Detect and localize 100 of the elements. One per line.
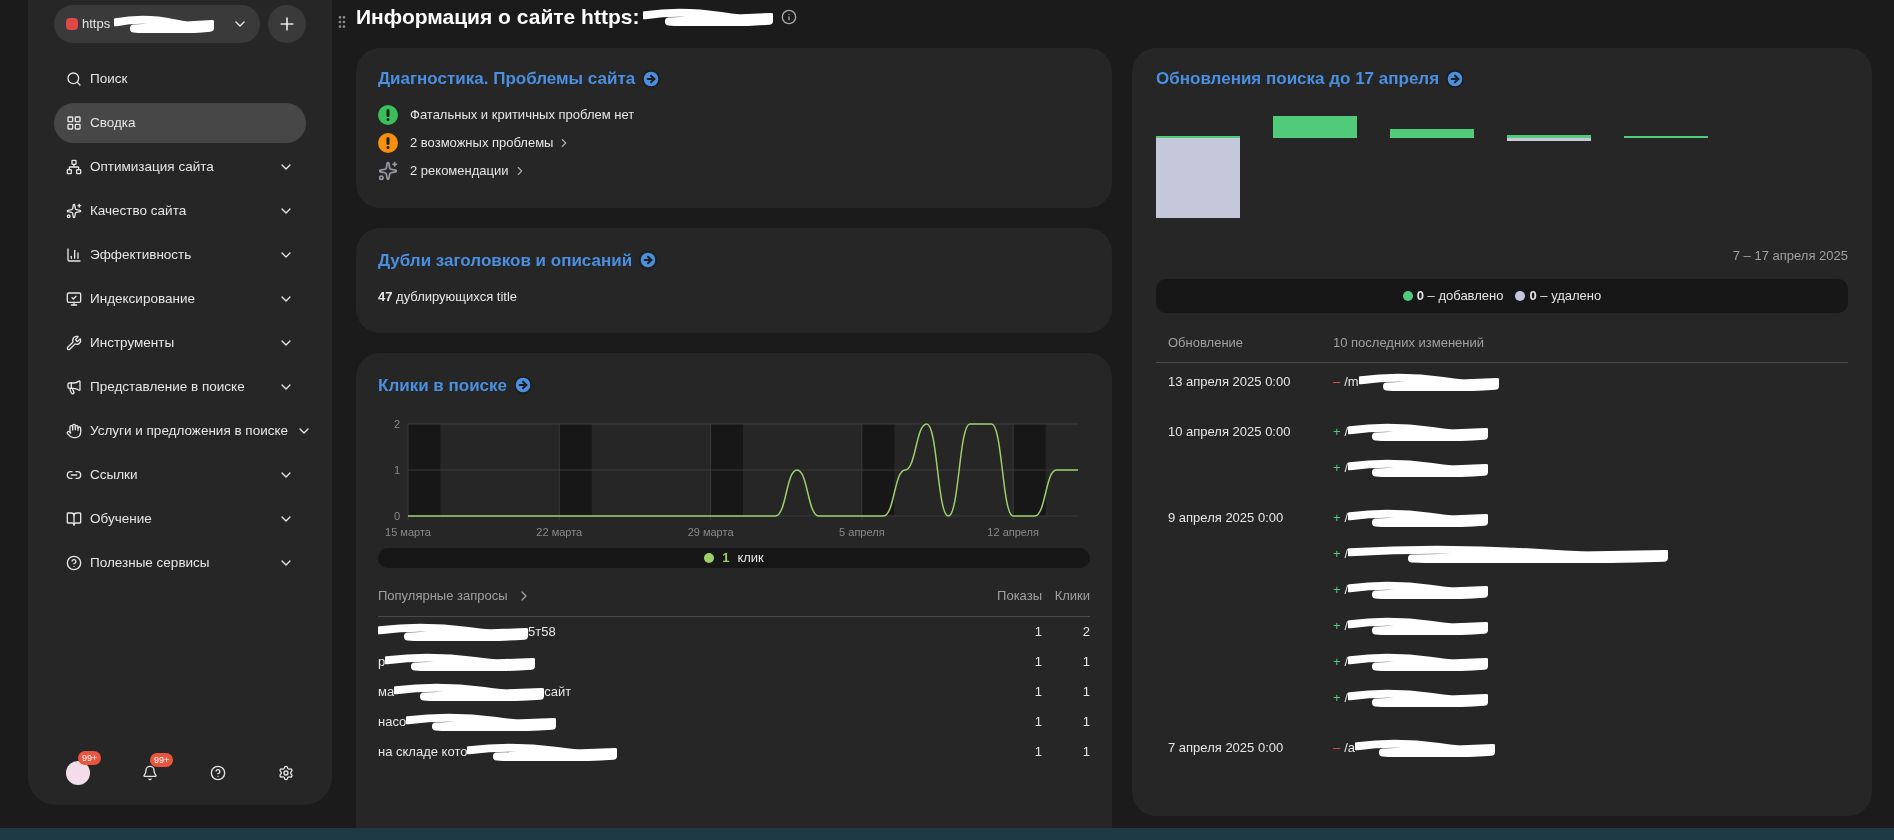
exclamation-icon (378, 132, 398, 153)
nav-item[interactable]: Полезные сервисы (54, 543, 306, 583)
nav-label: Поиск (90, 69, 128, 88)
column-header: 10 последних изменений (1333, 333, 1484, 352)
column-header: Клики (1053, 587, 1090, 605)
card-title[interactable]: Обновления поиска до 17 апреля (1156, 66, 1440, 92)
table-cell-text: 1 (1081, 682, 1090, 701)
queries-header[interactable]: Популярные запросы (378, 586, 508, 606)
change-sign: – (1333, 739, 1341, 758)
change-sign: + (1333, 617, 1341, 636)
change-path: / (1344, 459, 1349, 478)
table-cell-text: 1 (1081, 652, 1090, 671)
nav-item[interactable]: Ссылки (54, 455, 306, 495)
nav-label: Полезные сервисы (90, 553, 210, 572)
site-selector[interactable]: https (54, 5, 260, 43)
query-text: насо (378, 712, 407, 731)
duplicates-text: 47 дублирующихся title (378, 288, 519, 306)
nav-label: Качество сайта (90, 201, 187, 220)
change-path: / (1344, 545, 1349, 564)
legend-label: клик (737, 549, 764, 568)
nav-item[interactable]: Инструменты (54, 323, 306, 363)
nav-label: Эффективность (90, 245, 192, 264)
arrow-circle-icon[interactable] (638, 250, 659, 271)
update-date: 10 апреля 2025 0:00 (1168, 424, 1291, 440)
table-cell-text: 1 (1033, 682, 1042, 701)
column-header: Обновление (1168, 333, 1245, 352)
query-text: сайт (544, 682, 572, 701)
add-site-button[interactable] (268, 5, 306, 43)
change-path: / (1344, 617, 1349, 636)
nav-item[interactable]: Сводка (54, 103, 306, 143)
table-cell-text: 1 (1033, 742, 1042, 761)
change-path: / (1344, 509, 1349, 528)
axis-label: 15 марта (385, 526, 431, 538)
change-sign: + (1333, 423, 1341, 442)
nav-item[interactable]: Представление в поиске (54, 367, 306, 407)
diagnostic-text[interactable]: 2 рекомендации (410, 160, 509, 181)
card-title[interactable]: Дубли заголовков и описаний (378, 247, 633, 273)
axis-label: 1 (393, 464, 400, 476)
nav-item[interactable]: Качество сайта (54, 191, 306, 231)
nav-icon (66, 335, 82, 351)
arrow-circle-icon[interactable] (641, 68, 662, 89)
nav-icon (66, 247, 82, 263)
table-cell-text: 2 (1081, 622, 1090, 641)
card-title[interactable]: Клики в поиске (378, 372, 507, 398)
info-icon[interactable] (781, 9, 798, 25)
nav-item[interactable]: Эффективность (54, 235, 306, 275)
table-cell-text: 1 (1081, 742, 1090, 761)
axis-label: 0 (393, 510, 400, 522)
query-text: на складе кото (378, 742, 468, 761)
nav-icon (66, 511, 82, 527)
avatar[interactable] (66, 761, 90, 785)
query-text: ма (378, 682, 395, 701)
axis-label: 29 марта (687, 526, 734, 538)
update-date: 9 апреля 2025 0:00 (1168, 510, 1284, 526)
change-sign: + (1333, 653, 1341, 672)
table-cell-text: 1 (1033, 652, 1042, 671)
favicon-icon (66, 18, 78, 30)
legend-label: 0 – добавлено (1416, 287, 1504, 306)
notification-badge: 99+ (150, 753, 174, 767)
nav-icon (66, 423, 82, 439)
nav-item[interactable]: Оптимизация сайта (54, 147, 306, 187)
query-text: р (378, 652, 386, 671)
arrow-circle-icon[interactable] (1445, 68, 1466, 89)
nav-label: Оптимизация сайта (90, 157, 214, 176)
update-date: 7 апреля 2025 0:00 (1168, 740, 1284, 756)
axis-label: 5 апреля (839, 526, 885, 538)
change-sign: + (1333, 509, 1341, 528)
nav-item[interactable]: Поиск (54, 59, 306, 99)
column-header: Показы (996, 587, 1042, 605)
nav-item[interactable]: Услуги и предложения в поиске (54, 411, 306, 451)
arrow-circle-icon[interactable] (513, 375, 533, 396)
sparkles-icon (378, 160, 398, 181)
nav-label: Сводка (90, 113, 136, 132)
change-path: / (1344, 689, 1349, 708)
change-sign: + (1333, 689, 1341, 708)
change-sign: + (1333, 459, 1341, 478)
nav-icon (66, 379, 82, 395)
exclamation-icon (378, 104, 398, 125)
settings-icon[interactable] (278, 765, 294, 781)
nav-label: Представление в поиске (90, 377, 245, 396)
change-sign: + (1333, 545, 1341, 564)
nav-item[interactable]: Индексирование (54, 279, 306, 319)
nav-label: Индексирование (90, 289, 195, 308)
change-path: / (1344, 653, 1349, 672)
nav-icon (66, 203, 82, 219)
change-sign: – (1333, 373, 1341, 392)
help-icon[interactable] (210, 765, 226, 781)
table-cell-text: 1 (1033, 712, 1042, 731)
card-title[interactable]: Диагностика. Проблемы сайта (378, 66, 636, 92)
nav-item[interactable]: Обучение (54, 499, 306, 539)
bell-icon[interactable] (142, 765, 158, 781)
nav-icon (66, 159, 82, 175)
nav-icon (66, 71, 82, 87)
legend-label: 0 – удалено (1529, 287, 1602, 306)
query-text: 5т58 (528, 622, 556, 641)
diagnostic-text[interactable]: 2 возможных проблемы (410, 132, 554, 153)
axis-label: 2 (393, 418, 400, 430)
table-cell-text: 1 (1033, 622, 1042, 641)
nav-label: Услуги и предложения в поиске (90, 421, 289, 440)
change-path: /m (1344, 373, 1359, 392)
